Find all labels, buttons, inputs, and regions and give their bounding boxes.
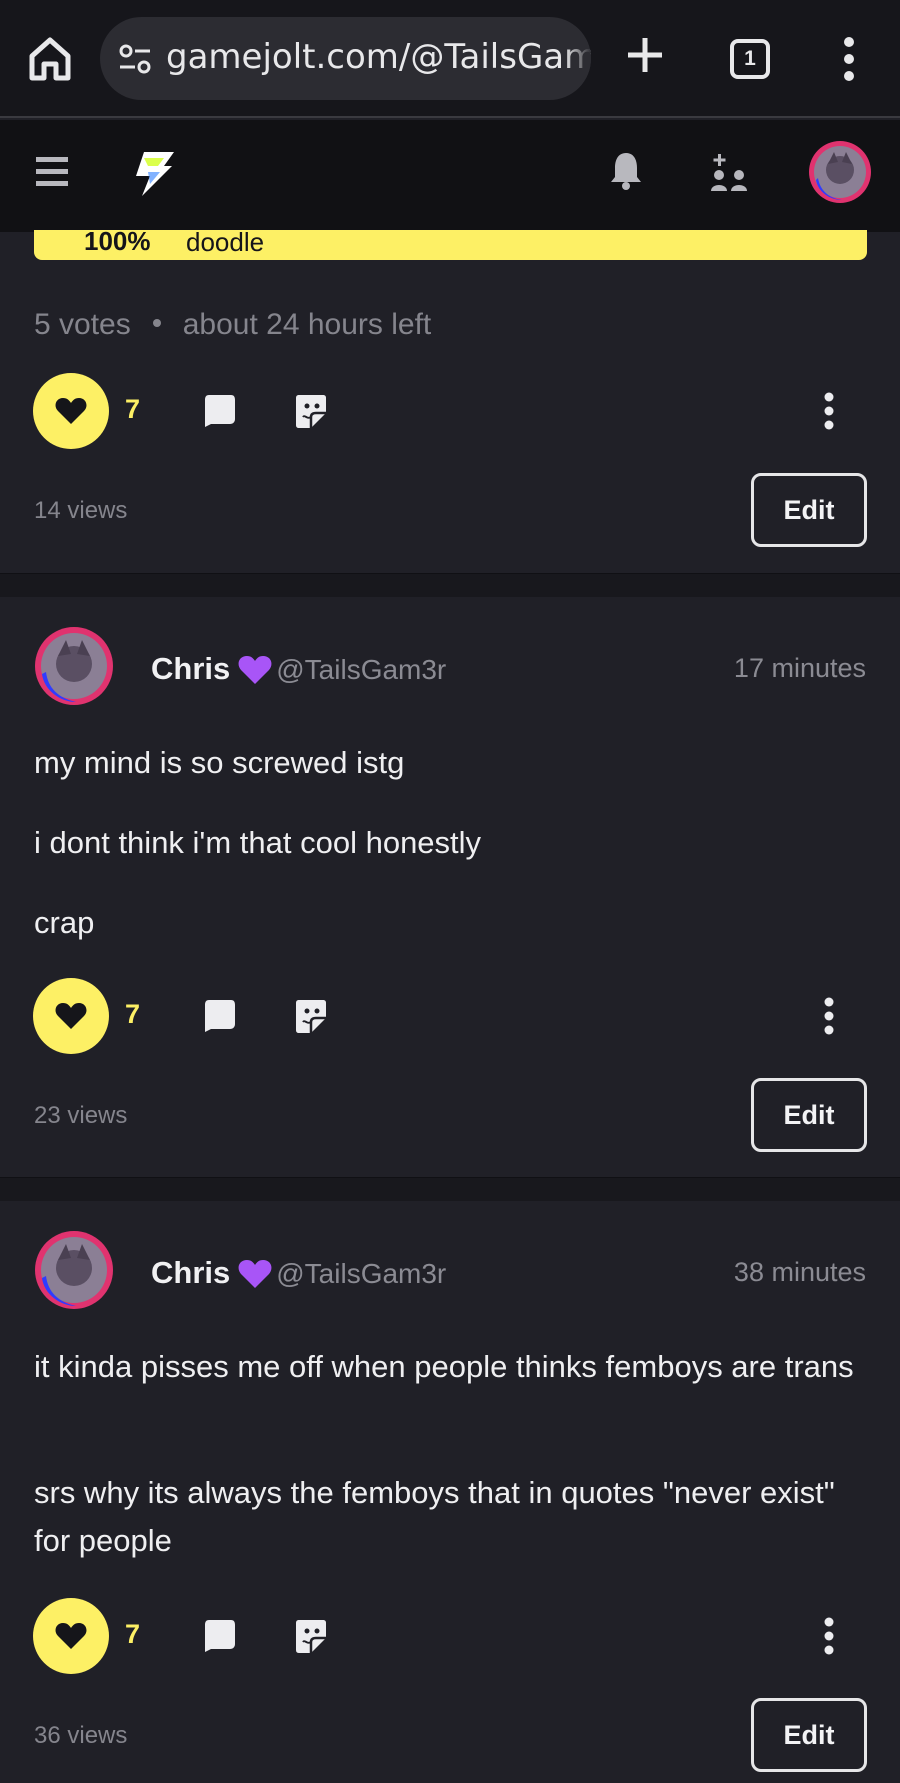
- comment-icon[interactable]: [203, 1618, 237, 1652]
- post-time[interactable]: 38 minutes: [734, 1257, 866, 1288]
- bell-icon[interactable]: [610, 150, 642, 190]
- post-paragraph: i dont think i'm that cool honestly: [34, 825, 482, 860]
- view-count: 14 views: [34, 497, 128, 524]
- poll-votes: 5 votes: [34, 308, 131, 341]
- comment-icon[interactable]: [203, 998, 237, 1032]
- author-name[interactable]: Chris: [151, 651, 230, 686]
- post-paragraph: srs why its always the femboys that in q…: [34, 1475, 835, 1558]
- heart-icon: [55, 1003, 87, 1029]
- tab-switcher-icon[interactable]: 1: [730, 39, 770, 79]
- post-actions: 7: [0, 978, 900, 1054]
- more-vertical-icon[interactable]: [820, 996, 838, 1036]
- like-count: 7: [125, 1619, 141, 1649]
- post-time[interactable]: 17 minutes: [734, 653, 866, 684]
- post-separator: [0, 1177, 900, 1201]
- poll-time-left: about 24 hours left: [182, 308, 432, 341]
- post-paragraph: my mind is so screwed istg: [34, 745, 405, 780]
- post-author-line: Chris @TailsGam3r: [151, 1255, 446, 1291]
- post-author-avatar[interactable]: [34, 1230, 114, 1310]
- site-header: [0, 120, 900, 232]
- purple-heart-icon: [238, 1260, 272, 1288]
- post-separator: [0, 573, 900, 597]
- like-button[interactable]: [33, 373, 109, 449]
- poll-percent: 100%: [84, 230, 151, 256]
- comment-icon[interactable]: [203, 393, 237, 427]
- new-tab-icon[interactable]: [625, 35, 665, 75]
- like-button[interactable]: [33, 978, 109, 1054]
- edit-button[interactable]: Edit: [751, 1698, 867, 1772]
- post-paragraph: crap: [34, 905, 95, 940]
- like-button[interactable]: [33, 1598, 109, 1674]
- post-author-avatar[interactable]: [34, 626, 114, 706]
- user-avatar[interactable]: [808, 140, 872, 204]
- friends-icon[interactable]: [710, 153, 750, 193]
- browser-menu-icon[interactable]: [836, 36, 862, 82]
- gamejolt-logo-icon[interactable]: [130, 150, 176, 198]
- url-fade: [565, 17, 591, 100]
- view-count: 23 views: [34, 1102, 128, 1129]
- heart-icon: [55, 1623, 87, 1649]
- url-text[interactable]: gamejolt.com/@TailsGam3r: [166, 37, 591, 77]
- heart-icon: [55, 398, 87, 424]
- poll-option-bar[interactable]: 100% doodle: [34, 230, 867, 260]
- like-count: 7: [125, 999, 141, 1029]
- edit-button[interactable]: Edit: [751, 473, 867, 547]
- author-name[interactable]: Chris: [151, 1255, 230, 1290]
- sticker-icon[interactable]: [295, 393, 327, 429]
- sticker-icon[interactable]: [295, 1618, 327, 1654]
- dot-separator: [152, 319, 161, 328]
- sticker-icon[interactable]: [295, 998, 327, 1034]
- more-vertical-icon[interactable]: [820, 1616, 838, 1656]
- post-paragraph: it kinda pisses me off when people think…: [34, 1349, 854, 1384]
- edit-button[interactable]: Edit: [751, 1078, 867, 1152]
- poll-option-label: doodle: [186, 230, 265, 257]
- author-handle[interactable]: @TailsGam3r: [276, 1258, 446, 1289]
- site-settings-icon[interactable]: [118, 43, 152, 75]
- purple-heart-icon: [238, 656, 272, 684]
- like-count: 7: [125, 394, 141, 424]
- post-author-line: Chris @TailsGam3r: [151, 651, 446, 687]
- more-vertical-icon[interactable]: [820, 391, 838, 431]
- post-actions: 7: [0, 373, 900, 449]
- author-handle[interactable]: @TailsGam3r: [276, 654, 446, 685]
- address-bar[interactable]: gamejolt.com/@TailsGam3r: [100, 17, 591, 100]
- view-count: 36 views: [34, 1722, 128, 1749]
- hamburger-icon[interactable]: [36, 157, 68, 187]
- browser-toolbar: gamejolt.com/@TailsGam3r 1: [0, 0, 900, 118]
- poll-meta: 5 votes about 24 hours left: [34, 308, 431, 342]
- home-icon[interactable]: [22, 30, 78, 86]
- post-actions: 7: [0, 1598, 900, 1674]
